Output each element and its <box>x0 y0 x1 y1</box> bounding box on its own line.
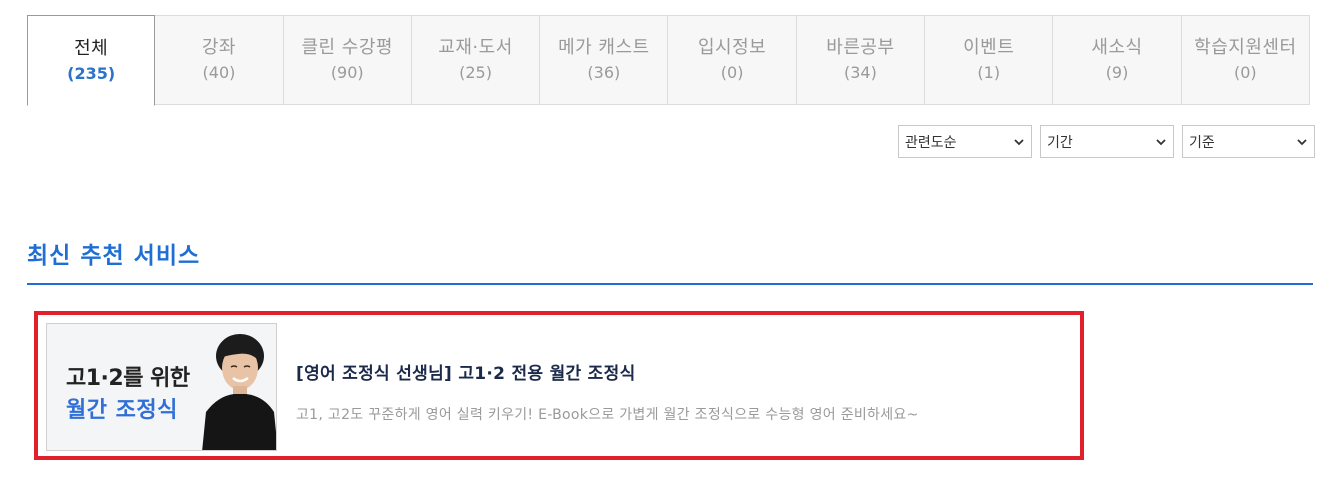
tab-label: 전체 <box>74 37 109 59</box>
tab-all[interactable]: 전체 (235) <box>27 15 156 106</box>
chevron-down-icon <box>1297 139 1307 146</box>
category-tabs: 전체 (235) 강좌 (40) 클린 수강평 (90) 교재·도서 (25) … <box>27 15 1310 106</box>
tab-count: (1) <box>977 63 1001 82</box>
service-description: 고1, 고2도 꾸준하게 영어 실력 키우기! E-Book으로 가볍게 월간 … <box>296 407 919 423</box>
thumbnail-subheadline: 월간 조정식 <box>66 398 178 423</box>
tab-mega-cast[interactable]: 메가 캐스트 (36) <box>540 15 669 105</box>
sort-select-value: 관련도순 <box>905 134 957 151</box>
section-title: 최신 추천 서비스 <box>27 243 201 269</box>
tab-label: 입시정보 <box>698 37 767 58</box>
teacher-photo <box>202 334 276 450</box>
tab-count: (235) <box>67 63 116 83</box>
tab-clean-reviews[interactable]: 클린 수강평 (90) <box>283 15 412 105</box>
recommended-service-card[interactable]: 고1·2를 위한 월간 조정식 [영어 조정식 선생님] 고1·2 전용 월간 … <box>34 311 1084 460</box>
section-divider <box>27 283 1313 285</box>
tab-textbooks[interactable]: 교재·도서 (25) <box>411 15 541 105</box>
criteria-select-value: 기준 <box>1189 134 1215 151</box>
period-select[interactable]: 기간 <box>1040 125 1174 158</box>
tab-count: (40) <box>202 63 236 82</box>
tab-label: 바른공부 <box>826 37 895 58</box>
tab-label: 클린 수강평 <box>301 37 393 58</box>
tab-label: 새소식 <box>1091 37 1143 58</box>
tab-news[interactable]: 새소식 (9) <box>1053 15 1182 105</box>
filter-bar: 관련도순 기간 기준 <box>898 125 1315 158</box>
tab-lectures[interactable]: 강좌 (40) <box>155 15 284 105</box>
service-thumbnail[interactable]: 고1·2를 위한 월간 조정식 <box>46 323 277 451</box>
period-select-value: 기간 <box>1047 134 1073 151</box>
tab-count: (9) <box>1105 63 1129 82</box>
tab-events[interactable]: 이벤트 (1) <box>925 15 1054 105</box>
tab-label: 학습지원센터 <box>1194 37 1297 58</box>
tab-count: (0) <box>1233 63 1257 82</box>
tab-label: 이벤트 <box>963 37 1015 58</box>
tab-right-study[interactable]: 바른공부 (34) <box>796 15 926 105</box>
tab-count: (25) <box>459 63 492 82</box>
tab-label: 교재·도서 <box>438 37 513 58</box>
tab-count: (90) <box>330 63 364 82</box>
tab-label: 메가 캐스트 <box>558 37 650 58</box>
service-title-link[interactable]: [영어 조정식 선생님] 고1·2 전용 월간 조정식 <box>296 359 636 384</box>
tab-count: (36) <box>587 63 621 82</box>
tab-label: 강좌 <box>201 37 236 58</box>
chevron-down-icon <box>1014 139 1024 146</box>
sort-select[interactable]: 관련도순 <box>898 125 1032 158</box>
tab-count: (34) <box>844 63 877 82</box>
tab-count: (0) <box>720 63 744 82</box>
criteria-select[interactable]: 기준 <box>1182 125 1315 158</box>
tab-learning-support[interactable]: 학습지원센터 (0) <box>1181 15 1310 105</box>
tab-admissions-info[interactable]: 입시정보 (0) <box>668 15 797 105</box>
chevron-down-icon <box>1156 139 1166 146</box>
thumbnail-headline: 고1·2를 위한 <box>66 366 190 391</box>
